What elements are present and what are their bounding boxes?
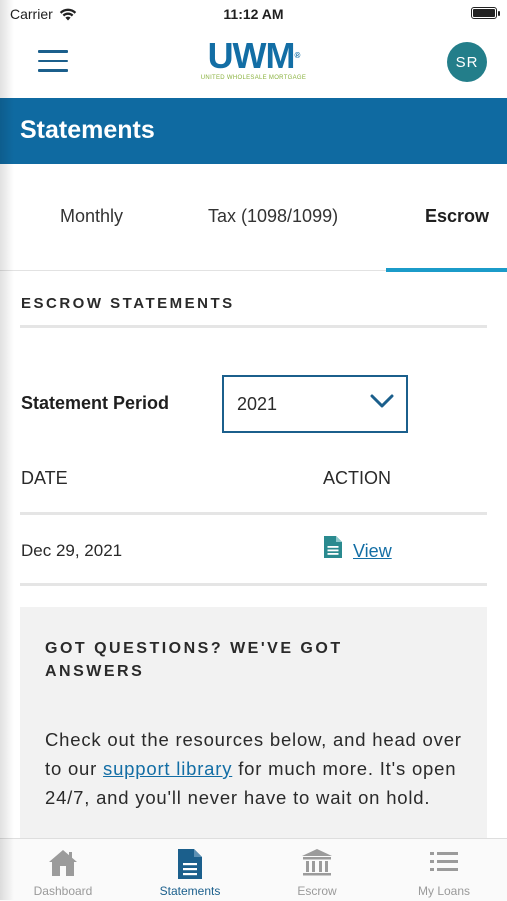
logo-tagline: UNITED WHOLESALE MORTGAGE (200, 75, 307, 81)
nav-item-dashboard[interactable]: Dashboard (0, 839, 126, 901)
avatar[interactable]: SR (447, 42, 487, 82)
nav-label-escrow: Escrow (297, 884, 337, 898)
nav-item-my-loans[interactable]: My Loans (381, 839, 507, 901)
faq-title: GOT QUESTIONS? WE'VE GOT ANSWERS (45, 640, 343, 680)
page-title: Statements (20, 116, 155, 144)
faq-text: Check out the resources below, and head … (45, 725, 475, 812)
statement-period-label: Statement Period (21, 393, 170, 413)
nav-item-escrow[interactable]: Escrow (254, 839, 380, 901)
support-library-link[interactable]: support library (103, 758, 232, 779)
tab-tax[interactable]: Tax (1098/1099) (208, 206, 338, 227)
document-icon[interactable] (323, 535, 343, 559)
nav-label-my-loans: My Loans (417, 884, 471, 898)
table-divider (20, 583, 487, 586)
column-header-date: DATE (21, 468, 68, 488)
document-icon (178, 849, 202, 879)
app-header: UWM® UNITED WHOLESALE MORTGAGE SR (0, 28, 507, 98)
battery-icon (471, 7, 500, 19)
status-bar: Carrier 11:12 AM (0, 0, 507, 28)
logo-text: UWM (207, 35, 296, 76)
page-title-bar: Statements (0, 98, 507, 164)
column-header-action: ACTION (323, 468, 392, 488)
clock: 11:12 AM (223, 6, 284, 22)
table-divider (20, 512, 487, 515)
uwm-logo: UWM® UNITED WHOLESALE MORTGAGE (0, 35, 507, 82)
nav-item-statements[interactable]: Statements (127, 839, 253, 901)
nav-label-statements: Statements (159, 884, 221, 898)
section-title: ESCROW STATEMENTS (21, 295, 235, 312)
statement-period-value: 2021 (237, 394, 278, 414)
chevron-down-icon (370, 394, 394, 408)
statement-tabs: Monthly Tax (1098/1099) Escrow (0, 164, 507, 274)
nav-label-dashboard: Dashboard (33, 884, 93, 898)
tab-escrow[interactable]: Escrow (425, 206, 489, 227)
active-tab-indicator (386, 268, 507, 272)
bank-icon (302, 849, 332, 876)
statement-date: Dec 29, 2021 (21, 541, 123, 560)
list-icon (430, 852, 458, 871)
view-statement-link[interactable]: View (353, 541, 392, 562)
tab-monthly[interactable]: Monthly (60, 206, 123, 227)
bottom-navigation: Dashboard Statements Escrow My Loans (0, 838, 507, 901)
faq-card: GOT QUESTIONS? WE'VE GOT ANSWERS Check o… (20, 607, 487, 857)
divider (20, 325, 487, 328)
avatar-initials: SR (455, 53, 479, 71)
statement-period-select[interactable]: 2021 (222, 375, 408, 433)
home-icon (49, 850, 77, 876)
